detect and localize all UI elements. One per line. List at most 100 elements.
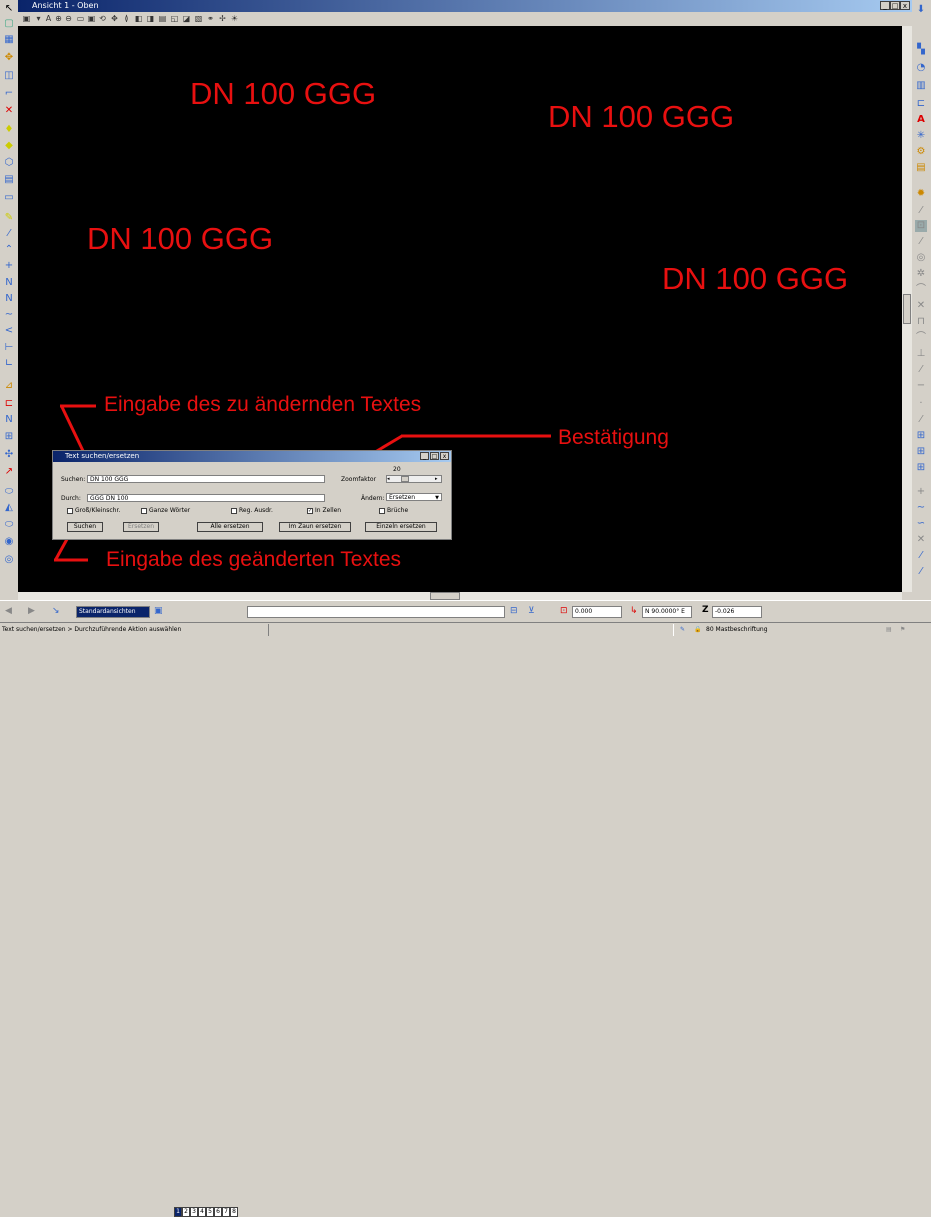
z-field[interactable]: -0.026: [712, 606, 762, 618]
pan-icon[interactable]: ✥: [110, 14, 119, 23]
horizontal-scrollbar[interactable]: [18, 592, 902, 600]
dot-icon[interactable]: ·: [915, 398, 927, 410]
zoom-in-icon[interactable]: ⊕: [54, 14, 63, 23]
views-dropdown[interactable]: Standardansichten: [76, 606, 150, 618]
regex-checkbox[interactable]: [231, 508, 237, 514]
search-button[interactable]: Suchen: [67, 522, 103, 532]
modify-icon[interactable]: ◫: [3, 70, 15, 82]
search-input[interactable]: DN 100 GGG: [87, 475, 325, 483]
restore-button[interactable]: □: [890, 1, 900, 10]
fit-view-icon[interactable]: ▣: [87, 14, 96, 23]
vertical-scroll-thumb[interactable]: [903, 294, 911, 324]
dropdown-arrow-icon[interactable]: ▾: [34, 14, 43, 23]
fence-icon[interactable]: ▦: [3, 34, 15, 46]
notes-icon[interactable]: ▤: [915, 162, 927, 174]
view-button-3[interactable]: 3: [190, 1207, 198, 1217]
back-arrow-icon[interactable]: ◀: [5, 606, 12, 616]
replace-single-button[interactable]: Einzeln ersetzen: [365, 522, 437, 532]
tool-d-icon[interactable]: ⊏: [915, 98, 927, 110]
wave-b-icon[interactable]: ∽: [915, 518, 927, 530]
nav-arrow-icon[interactable]: ⬇: [915, 4, 927, 16]
in-cells-checkbox[interactable]: ✓: [307, 508, 313, 514]
frame-icon[interactable]: ▭: [3, 192, 15, 204]
minimize-button[interactable]: _: [880, 1, 890, 10]
update-icon[interactable]: A: [44, 14, 53, 23]
sheet-icon[interactable]: ▤: [3, 174, 15, 186]
view-button-2[interactable]: 2: [182, 1207, 190, 1217]
zigzag-icon[interactable]: Ν: [3, 293, 15, 305]
camera-icon[interactable]: ⚭: [206, 14, 215, 23]
torus-icon[interactable]: ◎: [3, 554, 15, 566]
dialog-restore-button[interactable]: □: [430, 452, 439, 460]
forward-arrow-icon[interactable]: ▶: [28, 606, 35, 616]
views-group-icon[interactable]: ▣: [154, 606, 163, 616]
view-button-1[interactable]: 1: [174, 1207, 182, 1217]
accudraw-icon[interactable]: ⊟: [510, 606, 518, 616]
tool-a-icon[interactable]: ▚: [915, 44, 927, 56]
view-button-7[interactable]: 7: [222, 1207, 230, 1217]
angle-field[interactable]: N 90.0000° E: [642, 606, 692, 618]
view-button-4[interactable]: 4: [198, 1207, 206, 1217]
ellipse-icon[interactable]: ⬭: [3, 486, 15, 498]
dialog-close-button[interactable]: x: [440, 452, 449, 460]
fractions-checkbox[interactable]: [379, 508, 385, 514]
element-selection-icon[interactable]: ▢: [3, 18, 15, 30]
perp-icon[interactable]: ⊥: [915, 348, 927, 360]
case-checkbox[interactable]: [67, 508, 73, 514]
slash-icon[interactable]: ⁄: [915, 205, 927, 217]
snowflake-icon[interactable]: ✳: [915, 130, 927, 142]
clip-mask-icon[interactable]: ◪: [182, 14, 191, 23]
lamp-icon[interactable]: ◆: [3, 140, 15, 152]
tool-b-icon[interactable]: ◔: [915, 62, 927, 74]
zoom-slider[interactable]: ◂ ▸: [386, 475, 442, 483]
whole-words-checkbox[interactable]: [141, 508, 147, 514]
dash-icon[interactable]: −: [915, 380, 927, 392]
text-tool-icon[interactable]: A: [915, 114, 927, 126]
arc-b-icon[interactable]: ⌒: [915, 332, 927, 344]
extend-icon[interactable]: Ν: [3, 414, 15, 426]
plus-icon[interactable]: +: [3, 260, 15, 272]
dialog-minimize-button[interactable]: _: [420, 452, 429, 460]
window-area-icon[interactable]: ▭: [76, 14, 85, 23]
zoom-out-icon[interactable]: ⊖: [64, 14, 73, 23]
chevron-down-icon[interactable]: ▼: [435, 494, 439, 500]
sphere-icon[interactable]: ◉: [3, 536, 15, 548]
cylinder-icon[interactable]: ⬭: [3, 519, 15, 531]
bracket-icon[interactable]: ⊓: [915, 316, 927, 328]
lock-icon[interactable]: 🔒: [694, 625, 701, 635]
circle-icon[interactable]: ◎: [915, 252, 927, 264]
angle-icon[interactable]: <: [3, 325, 15, 337]
display-style-icon[interactable]: ▧: [194, 14, 203, 23]
bulb-icon[interactable]: ♦: [3, 124, 15, 136]
close-button[interactable]: x: [900, 1, 910, 10]
grid-a-icon[interactable]: ⊞: [915, 430, 927, 442]
plus-b-icon[interactable]: +: [915, 486, 927, 498]
delete-icon[interactable]: ✕: [3, 105, 15, 117]
replace-all-button[interactable]: Alle ersetzen: [197, 522, 263, 532]
x-icon[interactable]: ✕: [915, 534, 927, 546]
replace-fence-button[interactable]: Im Zaun ersetzen: [279, 522, 351, 532]
replace-input[interactable]: GGG DN 100: [87, 494, 325, 502]
vertical-scrollbar[interactable]: [902, 26, 912, 592]
array-icon[interactable]: ⊞: [3, 431, 15, 443]
rotate-icon[interactable]: ⟲: [98, 14, 107, 23]
curve-icon[interactable]: ∼: [3, 309, 15, 321]
fence-mode-icon[interactable]: ↘: [52, 606, 60, 616]
dimension-icon[interactable]: ⊢: [3, 342, 15, 354]
line-b-icon[interactable]: ⁄: [915, 236, 927, 248]
star-icon[interactable]: ✹: [915, 188, 927, 200]
horizontal-scroll-thumb[interactable]: [430, 592, 460, 600]
light-icon[interactable]: ☀: [230, 14, 239, 23]
render-icon[interactable]: ✢: [218, 14, 227, 23]
cone-icon[interactable]: ◭: [3, 502, 15, 514]
slash-b-icon[interactable]: ⁄: [915, 364, 927, 376]
change-dropdown[interactable]: Ersetzen ▼: [386, 493, 442, 501]
previous-view-icon[interactable]: ◧: [134, 14, 143, 23]
view-button-8[interactable]: 8: [230, 1207, 238, 1217]
view-button-6[interactable]: 6: [214, 1207, 222, 1217]
cube-icon[interactable]: ⬡: [3, 157, 15, 169]
manipulate-icon[interactable]: ✥: [3, 52, 15, 64]
scale-icon[interactable]: ↗: [3, 466, 15, 478]
offset-icon[interactable]: ⊏: [3, 398, 15, 410]
view-attributes-icon[interactable]: ▣: [22, 14, 31, 23]
